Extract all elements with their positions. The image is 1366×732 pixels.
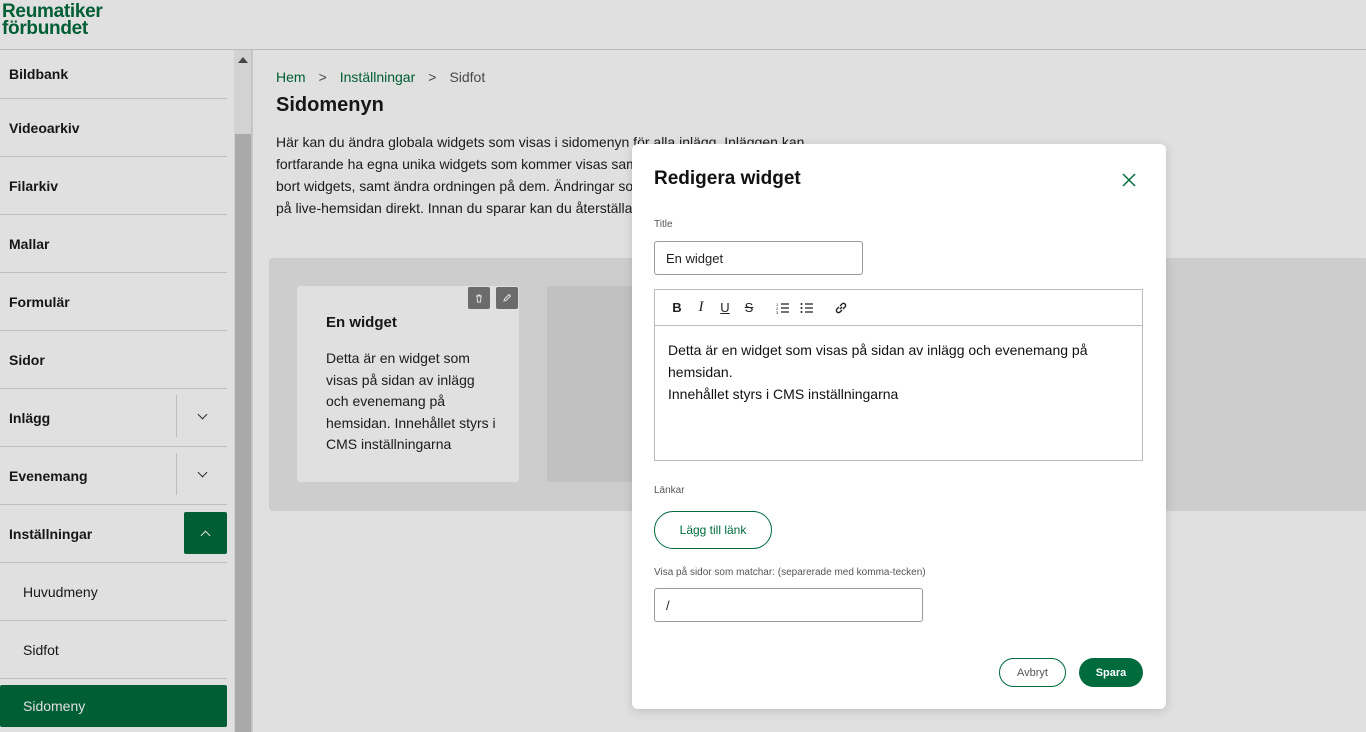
editor-line: Detta är en widget som visas på sidan av…: [668, 342, 1088, 380]
links-label: Länkar: [654, 485, 685, 496]
rich-text-editor: B I U S 123 Detta är en widget som visas…: [654, 289, 1143, 461]
match-field-label: Visa på sidor som matchar: (separerade m…: [654, 567, 926, 578]
svg-text:3: 3: [776, 310, 779, 314]
add-link-button[interactable]: Lägg till länk: [654, 511, 772, 549]
match-pages-input[interactable]: /: [654, 588, 923, 622]
close-icon[interactable]: [1120, 171, 1138, 189]
bullet-list-icon[interactable]: [798, 299, 816, 317]
editor-line: Innehållet styrs i CMS inställningarna: [668, 386, 899, 402]
ordered-list-glyph: 123: [776, 302, 789, 314]
edit-widget-modal: Redigera widget Title En widget B I U S …: [632, 144, 1166, 709]
editor-toolbar: B I U S 123: [655, 290, 1142, 326]
title-input[interactable]: En widget: [654, 241, 863, 275]
link-icon[interactable]: [832, 299, 850, 317]
bold-icon[interactable]: B: [668, 299, 686, 317]
bullet-list-glyph: [800, 302, 813, 313]
save-button[interactable]: Spara: [1079, 658, 1143, 687]
title-field-label: Title: [654, 219, 673, 230]
editor-content[interactable]: Detta är en widget som visas på sidan av…: [655, 326, 1142, 418]
underline-icon[interactable]: U: [716, 299, 734, 317]
modal-title: Redigera widget: [654, 168, 801, 189]
strikethrough-icon[interactable]: S: [740, 299, 758, 317]
link-glyph: [835, 302, 847, 313]
italic-icon[interactable]: I: [692, 299, 710, 317]
ordered-list-icon[interactable]: 123: [774, 299, 792, 317]
cancel-button[interactable]: Avbryt: [999, 658, 1066, 687]
